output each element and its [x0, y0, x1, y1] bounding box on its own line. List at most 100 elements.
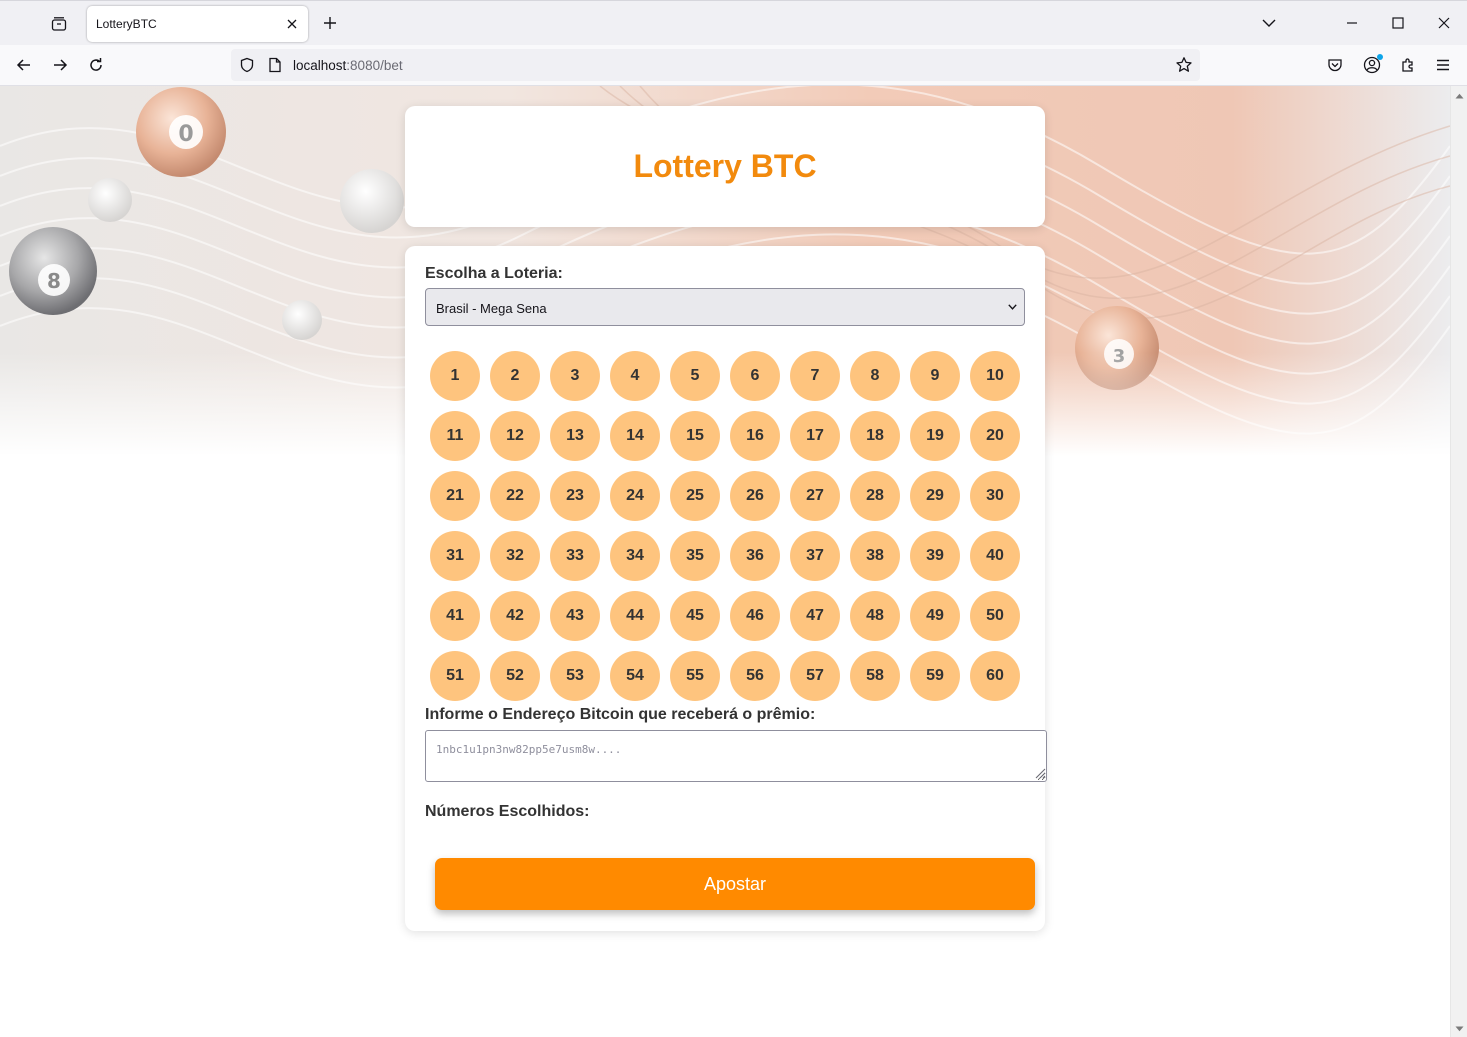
number-ball[interactable]: 12: [490, 411, 540, 461]
number-ball[interactable]: 2: [490, 351, 540, 401]
browser-nav-bar: localhost:8080/bet: [0, 45, 1467, 86]
number-ball[interactable]: 59: [910, 651, 960, 701]
bet-form-card: Escolha a Loteria: Brasil - Mega Sena 12…: [405, 246, 1047, 931]
chevron-down-icon: [1006, 301, 1018, 313]
page-viewport: 0 8 3 Lottery BTC Escolha a Loteria: Bra…: [0, 86, 1450, 1037]
number-ball[interactable]: 52: [490, 651, 540, 701]
number-ball[interactable]: 7: [790, 351, 840, 401]
number-ball[interactable]: 41: [430, 591, 480, 641]
lottery-select[interactable]: Brasil - Mega Sena: [425, 288, 1025, 326]
number-ball[interactable]: 51: [430, 651, 480, 701]
url-text[interactable]: localhost:8080/bet: [293, 58, 403, 73]
number-ball[interactable]: 9: [910, 351, 960, 401]
number-ball[interactable]: 30: [970, 471, 1020, 521]
menu-icon[interactable]: [1429, 51, 1457, 79]
number-ball[interactable]: 10: [970, 351, 1020, 401]
submit-bet-button[interactable]: Apostar: [435, 858, 1035, 910]
lottery-selected-value: Brasil - Mega Sena: [436, 301, 547, 316]
number-ball[interactable]: 20: [970, 411, 1020, 461]
notification-dot: [1377, 54, 1383, 60]
browser-tab-bar: LotteryBTC: [0, 0, 1467, 45]
number-ball[interactable]: 38: [850, 531, 900, 581]
number-ball[interactable]: 5: [670, 351, 720, 401]
list-all-tabs-icon[interactable]: [1254, 9, 1284, 37]
close-window-icon[interactable]: [1429, 9, 1459, 37]
number-ball[interactable]: 29: [910, 471, 960, 521]
pocket-icon[interactable]: [1321, 51, 1349, 79]
account-icon[interactable]: [1358, 51, 1386, 79]
number-ball[interactable]: 42: [490, 591, 540, 641]
url-path: :8080/bet: [346, 58, 403, 73]
tab-title: LotteryBTC: [96, 17, 157, 31]
vertical-scrollbar[interactable]: [1450, 86, 1467, 1037]
number-ball[interactable]: 49: [910, 591, 960, 641]
lottery-label: Escolha a Loteria:: [425, 265, 563, 282]
number-ball[interactable]: 53: [550, 651, 600, 701]
number-ball[interactable]: 46: [730, 591, 780, 641]
url-host: localhost: [293, 58, 347, 73]
number-ball[interactable]: 34: [610, 531, 660, 581]
number-ball[interactable]: 33: [550, 531, 600, 581]
scroll-down-icon[interactable]: [1454, 1023, 1465, 1034]
number-ball[interactable]: 35: [670, 531, 720, 581]
number-ball[interactable]: 36: [730, 531, 780, 581]
scroll-up-icon[interactable]: [1454, 90, 1465, 101]
shield-icon[interactable]: [237, 55, 257, 75]
number-ball[interactable]: 23: [550, 471, 600, 521]
number-ball[interactable]: 47: [790, 591, 840, 641]
number-ball[interactable]: 3: [550, 351, 600, 401]
number-ball[interactable]: 50: [970, 591, 1020, 641]
reload-icon[interactable]: [81, 51, 111, 79]
number-ball[interactable]: 40: [970, 531, 1020, 581]
chosen-numbers-label: Números Escolhidos:: [425, 803, 590, 820]
number-ball[interactable]: 48: [850, 591, 900, 641]
extensions-icon[interactable]: [1394, 51, 1422, 79]
number-ball[interactable]: 44: [610, 591, 660, 641]
new-tab-icon[interactable]: [318, 11, 342, 35]
number-ball[interactable]: 18: [850, 411, 900, 461]
number-ball[interactable]: 19: [910, 411, 960, 461]
number-ball[interactable]: 32: [490, 531, 540, 581]
number-ball[interactable]: 8: [850, 351, 900, 401]
number-ball[interactable]: 4: [610, 351, 660, 401]
number-ball[interactable]: 56: [730, 651, 780, 701]
number-ball[interactable]: 14: [610, 411, 660, 461]
number-ball[interactable]: 6: [730, 351, 780, 401]
close-tab-icon[interactable]: [282, 14, 302, 34]
number-ball[interactable]: 45: [670, 591, 720, 641]
number-ball[interactable]: 55: [670, 651, 720, 701]
bookmark-star-icon[interactable]: [1174, 55, 1194, 75]
number-ball[interactable]: 57: [790, 651, 840, 701]
forward-icon[interactable]: [45, 51, 75, 79]
number-ball[interactable]: 26: [730, 471, 780, 521]
back-icon[interactable]: [9, 51, 39, 79]
number-ball[interactable]: 28: [850, 471, 900, 521]
number-ball[interactable]: 21: [430, 471, 480, 521]
number-ball[interactable]: 13: [550, 411, 600, 461]
page-info-icon[interactable]: [265, 55, 285, 75]
page-title: Lottery BTC: [633, 148, 817, 184]
number-ball[interactable]: 22: [490, 471, 540, 521]
number-ball[interactable]: 60: [970, 651, 1020, 701]
number-ball[interactable]: 27: [790, 471, 840, 521]
tab-list-icon[interactable]: [44, 10, 74, 38]
number-ball[interactable]: 17: [790, 411, 840, 461]
number-ball[interactable]: 43: [550, 591, 600, 641]
number-ball[interactable]: 54: [610, 651, 660, 701]
number-ball[interactable]: 16: [730, 411, 780, 461]
number-ball[interactable]: 58: [850, 651, 900, 701]
number-ball[interactable]: 24: [610, 471, 660, 521]
number-ball[interactable]: 15: [670, 411, 720, 461]
browser-tab[interactable]: LotteryBTC: [87, 6, 308, 42]
number-ball[interactable]: 25: [670, 471, 720, 521]
header-card: Lottery BTC: [405, 106, 1045, 227]
bitcoin-address-input[interactable]: [425, 730, 1047, 782]
number-ball[interactable]: 11: [430, 411, 480, 461]
number-ball[interactable]: 39: [910, 531, 960, 581]
maximize-icon[interactable]: [1383, 9, 1413, 37]
number-ball[interactable]: 31: [430, 531, 480, 581]
minimize-icon[interactable]: [1337, 9, 1367, 37]
number-ball[interactable]: 1: [430, 351, 480, 401]
number-ball[interactable]: 37: [790, 531, 840, 581]
address-bar[interactable]: localhost:8080/bet: [231, 49, 1200, 81]
